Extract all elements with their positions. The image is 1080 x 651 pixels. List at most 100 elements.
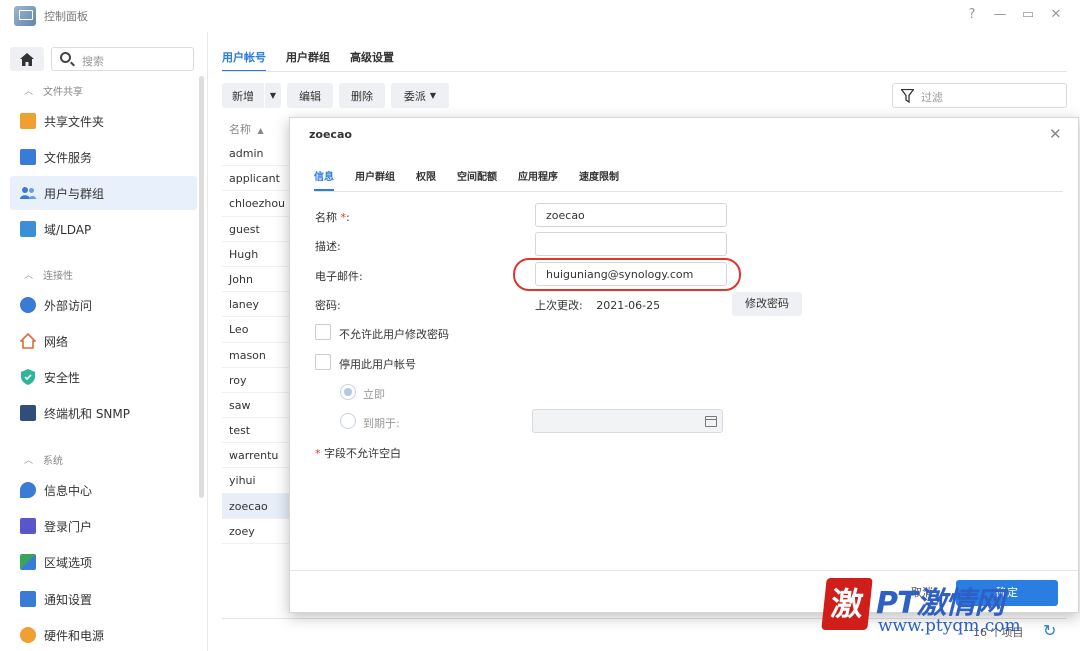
table-row[interactable]: laney (222, 292, 292, 318)
sidebar-search-input[interactable]: 搜索 (51, 47, 194, 71)
regional-options-icon (20, 554, 36, 570)
user-edit-dialog: zoecao ✕ 信息 用户群组 权限 空间配额 应用程序 速度限制 名称 *:… (289, 117, 1079, 613)
sidebar-item-login-portal[interactable]: 登录门户 (10, 509, 197, 543)
table-row[interactable]: mason (222, 343, 292, 368)
table-row[interactable]: saw (222, 393, 292, 419)
tab-advanced-settings[interactable]: 高级设置 (350, 44, 394, 72)
sidebar-item-hardware-power[interactable]: 硬件和电源 (10, 618, 197, 651)
tab-info[interactable]: 信息 (314, 168, 334, 191)
delegate-label: 委派 (403, 89, 426, 103)
sort-asc-icon: ▲ (257, 126, 264, 135)
password-label: 密码: (315, 299, 341, 312)
sidebar-item-external-access[interactable]: 外部访问 (10, 288, 197, 322)
network-icon (19, 332, 37, 349)
table-row[interactable]: Leo (222, 317, 292, 343)
table-row[interactable]: guest (222, 217, 292, 242)
name-field[interactable]: zoecao (535, 203, 727, 227)
expiry-date-field[interactable] (532, 409, 723, 433)
change-password-button[interactable]: 修改密码 (732, 292, 802, 316)
create-button[interactable]: 新增 (222, 83, 264, 108)
close-icon[interactable]: ✕ (1049, 125, 1062, 143)
sidebar-item-security[interactable]: 安全性 (10, 360, 197, 394)
sidebar-item-terminal-snmp[interactable]: 终端机和 SNMP (10, 396, 197, 430)
disallow-password-change-checkbox[interactable] (315, 324, 331, 340)
table-row[interactable]: zoey (222, 519, 292, 544)
chevron-up-icon: ︿ (24, 87, 34, 97)
tab-quota[interactable]: 空间配额 (457, 168, 497, 191)
caret-down-icon: ▼ (269, 91, 277, 100)
external-access-icon (20, 297, 36, 313)
sidebar-item-users-groups[interactable]: 用户与群组 (10, 176, 197, 210)
name-label-text: 名称 (315, 211, 337, 224)
section-header-system[interactable]: ︿ 系统 (24, 452, 63, 467)
search-icon (60, 52, 71, 63)
required-note: * 字段不允许空白 (315, 445, 401, 461)
tab-permissions[interactable]: 权限 (416, 168, 436, 191)
tab-user-groups[interactable]: 用户群组 (286, 44, 330, 72)
filter-placeholder: 过滤 (921, 91, 943, 104)
tab-user-groups[interactable]: 用户群组 (355, 168, 395, 191)
section-header-file-sharing[interactable]: ︿ 文件共享 (24, 83, 83, 98)
minimize-icon[interactable]: — (990, 7, 1010, 22)
sidebar-item-shared-folder[interactable]: 共享文件夹 (10, 104, 197, 138)
section-header-connectivity[interactable]: ︿ 连接性 (24, 267, 73, 282)
sidebar: 搜索 ︿ 文件共享 共享文件夹 文件服务 用户与群组 域/LDAP ︿ 连接性 … (0, 32, 208, 651)
table-row[interactable]: test (222, 418, 292, 444)
create-dropdown-button[interactable]: ▼ (265, 83, 281, 108)
name-label: 名称 *: (315, 209, 350, 225)
sidebar-item-network[interactable]: 网络 (10, 324, 197, 358)
sidebar-item-notification[interactable]: 通知设置 (10, 582, 197, 616)
list-header-name[interactable]: 名称 ▲ (229, 121, 264, 137)
disable-account-label: 停用此用户帐号 (339, 358, 416, 371)
table-row[interactable]: Hugh (222, 242, 292, 267)
maximize-icon[interactable]: ▭ (1018, 7, 1038, 22)
tab-speed-limit[interactable]: 速度限制 (579, 168, 619, 191)
disable-now-label: 立即 (363, 388, 385, 401)
sidebar-item-info-center[interactable]: 信息中心 (10, 473, 197, 507)
dialog-footer-divider (290, 570, 1078, 571)
sidebar-item-label: 登录门户 (44, 519, 93, 534)
site-watermark: 激 PT激情网 www.ptyqm.com (821, 578, 1062, 638)
table-row[interactable]: John (222, 267, 292, 293)
info-center-icon (20, 482, 36, 498)
table-row[interactable]: roy (222, 368, 292, 393)
users-groups-icon (20, 185, 36, 201)
required-mark: * (315, 447, 321, 460)
tab-applications[interactable]: 应用程序 (518, 168, 558, 191)
disable-until-radio[interactable] (340, 413, 356, 429)
section-label: 系统 (43, 456, 64, 467)
table-row[interactable]: applicant (222, 166, 292, 192)
sidebar-item-domain-ldap[interactable]: 域/LDAP (10, 212, 197, 246)
file-services-icon (20, 149, 36, 165)
dialog-tabs-divider (314, 191, 1063, 192)
email-label: 电子邮件: (315, 270, 363, 283)
calendar-icon[interactable] (705, 416, 717, 427)
table-row[interactable]: warrentu (222, 443, 292, 469)
sidebar-scrollbar[interactable] (199, 76, 204, 498)
table-row[interactable]: admin (222, 141, 292, 167)
delegate-button[interactable]: 委派 ▼ (391, 83, 449, 108)
disable-now-radio[interactable] (340, 384, 356, 400)
tabs-divider (222, 71, 1067, 72)
main-tabs: 用户帐号 用户群组 高级设置 (222, 44, 414, 72)
domain-ldap-icon (20, 221, 36, 237)
home-button[interactable] (10, 47, 44, 71)
sidebar-item-label: 域/LDAP (44, 222, 92, 237)
sidebar-item-label: 外部访问 (44, 298, 93, 313)
disable-account-checkbox[interactable] (315, 354, 331, 370)
edit-button[interactable]: 编辑 (287, 83, 333, 108)
sidebar-item-regional-options[interactable]: 区域选项 (10, 545, 197, 579)
close-icon[interactable]: ✕ (1046, 7, 1066, 22)
sidebar-item-file-services[interactable]: 文件服务 (10, 140, 197, 174)
table-row-selected[interactable]: zoecao (222, 493, 292, 519)
description-field[interactable] (535, 232, 727, 256)
window-titlebar: 控制面板 ? — ▭ ✕ (0, 0, 1080, 32)
help-icon[interactable]: ? (962, 7, 982, 22)
sidebar-item-label: 安全性 (44, 370, 81, 385)
delete-button[interactable]: 删除 (339, 83, 385, 108)
filter-input[interactable]: 过滤 (892, 83, 1067, 108)
last-change-label: 上次更改: (535, 299, 583, 312)
table-row[interactable]: yihui (222, 468, 292, 494)
table-row[interactable]: chloezhou (222, 191, 292, 217)
tab-user-accounts[interactable]: 用户帐号 (222, 44, 266, 72)
